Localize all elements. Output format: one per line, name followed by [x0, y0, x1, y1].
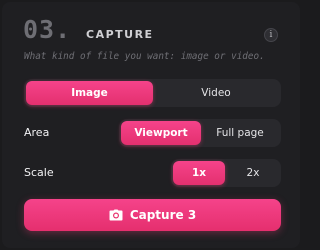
camera-icon [109, 209, 123, 221]
section-number: 03. [23, 15, 72, 44]
capture-panel: 03. CAPTURE i What kind of file you want… [2, 2, 300, 248]
scale-selector: 1x 2x [171, 159, 281, 187]
mode-selector: Image Video [24, 79, 281, 107]
capture-button-label: Capture 3 [129, 208, 197, 222]
area-selector: Viewport Full page [119, 119, 281, 147]
capture-button[interactable]: Capture 3 [24, 199, 281, 231]
mode-video-option[interactable]: Video [153, 81, 279, 105]
scale-label: Scale [24, 166, 54, 179]
area-full-page-option[interactable]: Full page [201, 121, 279, 145]
area-label: Area [24, 126, 50, 139]
section-subtitle: What kind of file you want: image or vid… [24, 51, 265, 62]
area-viewport-option[interactable]: Viewport [121, 121, 201, 145]
info-icon[interactable]: i [264, 28, 278, 42]
mode-image-option[interactable]: Image [26, 81, 153, 105]
scale-1x-option[interactable]: 1x [173, 161, 225, 185]
scale-2x-option[interactable]: 2x [227, 161, 279, 185]
section-title: CAPTURE [86, 28, 154, 41]
